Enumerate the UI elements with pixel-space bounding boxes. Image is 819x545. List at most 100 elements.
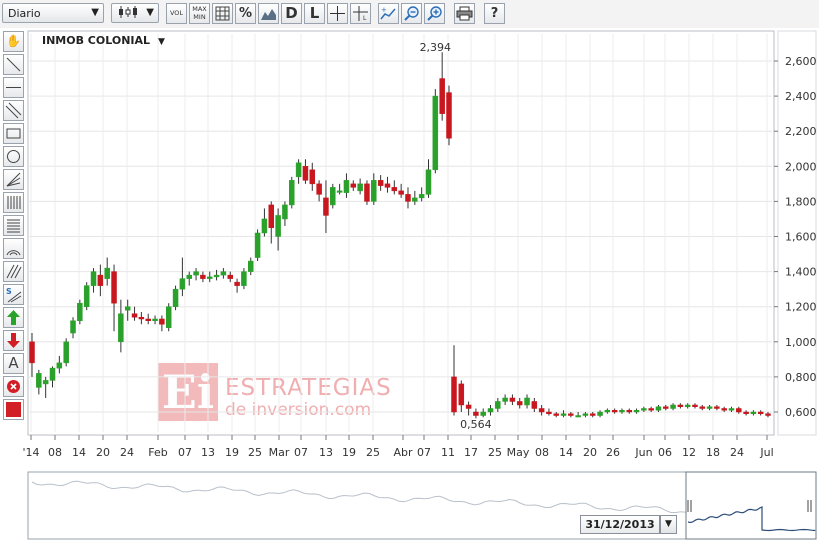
candle-body bbox=[597, 411, 603, 416]
candle-body bbox=[684, 404, 691, 407]
y-tick-label: 2,000 bbox=[785, 160, 817, 173]
navigator-date-field[interactable]: 31/12/2013 bbox=[580, 515, 660, 534]
candle-body bbox=[663, 406, 669, 409]
candle-body bbox=[473, 411, 479, 416]
candle-body bbox=[611, 409, 618, 413]
candle-body bbox=[336, 190, 343, 193]
candle-body bbox=[531, 401, 538, 409]
chart-title-chevron-icon[interactable]: ▼ bbox=[158, 37, 165, 47]
annotation-label: 0,564 bbox=[460, 418, 492, 431]
candle-body bbox=[70, 320, 76, 334]
y-tick-label: 2,400 bbox=[785, 90, 817, 103]
candle-body bbox=[213, 274, 220, 278]
candle-body bbox=[124, 306, 131, 311]
candle-body bbox=[418, 194, 425, 199]
x-tick-label: 07 bbox=[417, 446, 431, 459]
candle-body bbox=[633, 409, 640, 413]
candle-body bbox=[412, 197, 418, 202]
candle-body bbox=[750, 411, 757, 415]
price-chart[interactable]: 2,600 2,400 2,200 2,000 1,800 1,600 1,400 1,200… bbox=[0, 0, 819, 545]
x-tick-label: 20 bbox=[583, 446, 597, 459]
y-tick-label: 2,200 bbox=[785, 125, 817, 138]
x-tick-label: 26 bbox=[606, 446, 620, 459]
candle-body bbox=[699, 406, 706, 409]
candle-body bbox=[104, 267, 110, 279]
candle-body bbox=[604, 409, 611, 413]
x-tick-label: 24 bbox=[730, 446, 744, 459]
candle-body bbox=[350, 183, 357, 188]
x-tick-label: Jun bbox=[634, 446, 652, 459]
candle-body bbox=[118, 313, 124, 343]
candle-body bbox=[172, 288, 179, 307]
x-tick-label: 08 bbox=[48, 446, 62, 459]
candle-body bbox=[391, 187, 398, 192]
candle-body bbox=[425, 169, 432, 195]
candle-body bbox=[432, 95, 439, 171]
candle-body bbox=[575, 415, 581, 418]
x-tick-label: 06 bbox=[658, 446, 672, 459]
candle-body bbox=[268, 204, 275, 228]
candle-body bbox=[295, 162, 302, 178]
candle-body bbox=[743, 411, 749, 415]
candle-body bbox=[364, 183, 370, 202]
navigator-date-chevron-icon[interactable]: ▼ bbox=[660, 515, 677, 534]
candle-body bbox=[83, 285, 90, 307]
x-tick-label: 07 bbox=[294, 446, 308, 459]
candle-body bbox=[316, 183, 322, 195]
y-tick-label: 2,600 bbox=[785, 55, 817, 68]
candle-body bbox=[227, 274, 233, 279]
candle-body bbox=[465, 404, 472, 409]
candle-body bbox=[152, 318, 158, 321]
candle-body bbox=[553, 413, 559, 416]
plot-frame bbox=[27, 30, 775, 436]
candle-body bbox=[193, 271, 199, 276]
candle-body bbox=[619, 409, 625, 413]
x-tick-label: 11 bbox=[441, 446, 455, 459]
y-tick-label: 0,800 bbox=[785, 371, 817, 384]
candle-body bbox=[309, 169, 316, 185]
x-tick-label: 18 bbox=[706, 446, 720, 459]
candle-body bbox=[398, 190, 404, 195]
candle-body bbox=[220, 271, 227, 276]
candle-body bbox=[275, 215, 281, 237]
x-tick-label: 13 bbox=[201, 446, 215, 459]
candle-body bbox=[36, 373, 42, 388]
candle-body bbox=[677, 404, 684, 407]
candle-body bbox=[206, 276, 213, 279]
candle-body bbox=[138, 316, 145, 320]
y-tick-label: 0,600 bbox=[785, 406, 817, 419]
candle-body bbox=[282, 204, 288, 220]
chart-title[interactable]: INMOB COLONIAL bbox=[42, 34, 150, 47]
candle-body bbox=[721, 408, 727, 411]
x-tick-label: 25 bbox=[366, 446, 380, 459]
x-tick-label: 20 bbox=[96, 446, 110, 459]
candle-body bbox=[145, 318, 151, 321]
x-tick-label: 19 bbox=[225, 446, 239, 459]
x-tick-label: 25 bbox=[488, 446, 502, 459]
y-axis: 2,600 2,400 2,200 2,000 1,800 1,600 1,400 1,200… bbox=[774, 55, 817, 419]
navigator-window[interactable] bbox=[685, 471, 817, 540]
x-tick-label: Abr bbox=[393, 446, 413, 459]
candle-body bbox=[714, 406, 720, 409]
candle-body bbox=[538, 408, 545, 413]
candle-body bbox=[405, 194, 411, 202]
candle-body bbox=[254, 232, 261, 258]
x-tick-label: 08 bbox=[535, 446, 549, 459]
y-tick-label: 1,600 bbox=[785, 231, 817, 244]
candle-body bbox=[302, 166, 309, 181]
candle-body bbox=[626, 409, 633, 413]
x-tick-label: 17 bbox=[464, 446, 478, 459]
candle-body bbox=[516, 401, 523, 406]
x-tick-label: May bbox=[507, 446, 530, 459]
candle-body bbox=[186, 274, 192, 279]
candle-body bbox=[77, 302, 83, 321]
candle-body bbox=[655, 406, 662, 411]
candle-body bbox=[384, 183, 391, 188]
candle-body bbox=[439, 78, 445, 114]
x-tick-label: 12 bbox=[682, 446, 696, 459]
x-tick-label: Jul bbox=[759, 446, 773, 459]
candle-body bbox=[377, 180, 384, 186]
candle-body bbox=[524, 397, 530, 406]
x-tick-label: 14 bbox=[72, 446, 86, 459]
x-tick-label: 24 bbox=[120, 446, 134, 459]
